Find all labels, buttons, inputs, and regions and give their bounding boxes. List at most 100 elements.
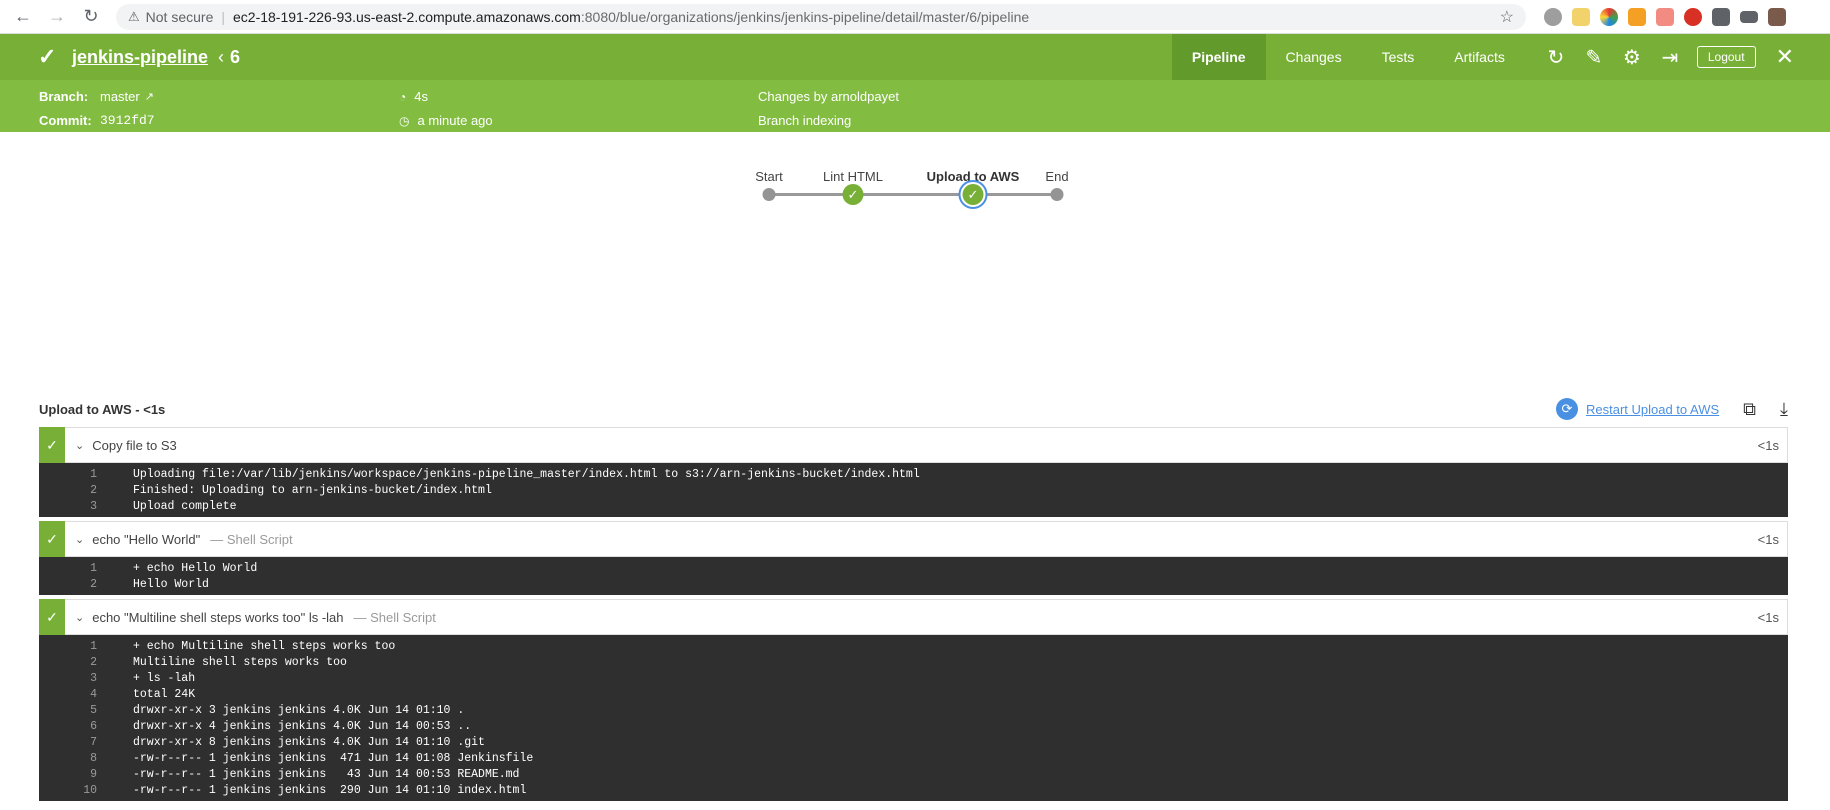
log-line-text: Uploading file:/var/lib/jenkins/workspac… xyxy=(133,467,920,481)
rerun-icon[interactable]: ↻ xyxy=(1537,45,1575,70)
log-line-number[interactable]: 1 xyxy=(39,468,133,481)
pipeline-name-link[interactable]: jenkins-pipeline xyxy=(72,47,208,68)
log-line-text: + echo Hello World xyxy=(133,561,258,575)
log-line-text: drwxr-xr-x 8 jenkins jenkins 4.0K Jun 14… xyxy=(133,735,485,749)
started-row: ◷ a minute ago xyxy=(399,113,493,128)
started-value: a minute ago xyxy=(417,113,493,128)
reload-icon[interactable]: ↻ xyxy=(78,4,104,30)
log-line: 3 + ls -lah xyxy=(39,670,1788,686)
tab-tests[interactable]: Tests xyxy=(1362,34,1435,80)
url-host: ec2-18-191-226-93.us-east-2.compute.amaz… xyxy=(233,8,581,25)
stopwatch-icon: ◔ xyxy=(399,89,407,104)
extension-icon[interactable] xyxy=(1544,7,1562,26)
log-line-number[interactable]: 1 xyxy=(39,562,133,575)
run-cause: Branch indexing xyxy=(758,113,852,128)
reading-list-icon[interactable] xyxy=(1740,10,1758,23)
step-kind: — Shell Script xyxy=(353,609,436,625)
log-line-text: Upload complete xyxy=(133,499,237,513)
log-line: 2 Multiline shell steps works too xyxy=(39,654,1788,670)
gear-icon[interactable]: ⚙ xyxy=(1613,45,1651,70)
header-tabs: Pipeline Changes Tests Artifacts xyxy=(1171,34,1525,80)
address-bar[interactable]: ⚠ Not secure | ec2-18-191-226-93.us-east… xyxy=(116,3,1526,30)
extension-icon[interactable] xyxy=(1628,7,1646,26)
log-line-text: Hello World xyxy=(133,577,209,591)
log-line: 1 + echo Hello World xyxy=(39,560,1788,576)
logout-button[interactable]: Logout xyxy=(1696,46,1756,68)
run-number: 6 xyxy=(230,46,241,67)
edit-pencil-icon[interactable]: ✎ xyxy=(1575,45,1613,70)
log-line-number[interactable]: 9 xyxy=(39,768,133,781)
step-row[interactable]: ✓ ⌄ Copy file to S3 <1s xyxy=(39,427,1788,463)
browser-toolbar: ← → ↻ ⚠ Not secure | ec2-18-191-226-93.u… xyxy=(0,0,1830,34)
step-row[interactable]: ✓ ⌄ echo "Hello World" — Shell Script <1s xyxy=(39,521,1788,557)
chevron-down-icon[interactable]: ⌄ xyxy=(75,439,84,452)
log-line-number[interactable]: 3 xyxy=(39,672,133,685)
back-icon[interactable]: ← xyxy=(10,4,36,30)
restart-icon[interactable]: ⟳ xyxy=(1555,398,1578,420)
log-line-text: Multiline shell steps works too xyxy=(133,655,347,669)
log-line-number[interactable]: 6 xyxy=(39,720,133,733)
restart-stage-label[interactable]: Restart Upload to AWS xyxy=(1586,402,1719,417)
log-line-text: + ls -lah xyxy=(133,671,196,685)
graph-connector xyxy=(769,193,1057,196)
start-node xyxy=(762,188,776,201)
classic-ui-exit-icon[interactable]: ⇥ xyxy=(1651,45,1689,70)
external-link-icon[interactable]: ↗ xyxy=(145,90,154,103)
extension-icon[interactable] xyxy=(1572,7,1590,26)
run-info-bar: Branch: master ↗ Commit: 3912fd7 ◔ 4s ◷ … xyxy=(0,80,1830,132)
forward-icon[interactable]: → xyxy=(44,4,70,30)
tab-artifacts[interactable]: Artifacts xyxy=(1434,34,1525,80)
tab-pipeline[interactable]: Pipeline xyxy=(1171,34,1266,80)
step-log: 1 + echo Hello World 2 Hello World xyxy=(39,557,1788,595)
extension-icon[interactable] xyxy=(1684,7,1702,26)
log-line: 5 drwxr-xr-x 3 jenkins jenkins 4.0K Jun 1… xyxy=(39,702,1788,718)
bookmark-star-icon[interactable]: ☆ xyxy=(1500,7,1514,27)
log-line-number[interactable]: 2 xyxy=(39,656,133,669)
step-row[interactable]: ✓ ⌄ echo "Multiline shell steps works too"… xyxy=(39,599,1788,635)
avatar[interactable] xyxy=(1768,7,1786,26)
stage-detail-title: Upload to AWS - <1s xyxy=(39,401,166,417)
log-line: 9 -rw-r--r-- 1 jenkins jenkins 43 Jun 14 … xyxy=(39,766,1788,782)
log-line-text: drwxr-xr-x 3 jenkins jenkins 4.0K Jun 14… xyxy=(133,703,465,717)
chevron-down-icon[interactable]: ⌄ xyxy=(75,611,84,624)
stage-label-lint-html[interactable]: Lint HTML xyxy=(823,169,883,184)
log-line-text: drwxr-xr-x 4 jenkins jenkins 4.0K Jun 14… xyxy=(133,719,472,733)
stage-steps-header: Upload to AWS - <1s ⟳ Restart Upload to … xyxy=(39,395,1788,423)
step-kind: — Shell Script xyxy=(210,531,293,547)
log-line-number[interactable]: 10 xyxy=(39,784,133,797)
log-line-text: -rw-r--r-- 1 jenkins jenkins 471 Jun 14 … xyxy=(133,751,534,765)
success-check-icon: ✓ xyxy=(39,427,65,463)
log-line-number[interactable]: 2 xyxy=(39,578,133,591)
step-log: 1 Uploading file:/var/lib/jenkins/workspa… xyxy=(39,463,1788,517)
success-check-icon: ✓ xyxy=(39,521,65,557)
log-line-number[interactable]: 4 xyxy=(39,688,133,701)
extension-icon[interactable] xyxy=(1656,7,1674,26)
branch-value[interactable]: master xyxy=(100,89,140,104)
log-line-number[interactable]: 2 xyxy=(39,484,133,497)
log-line-number[interactable]: 5 xyxy=(39,704,133,717)
tab-changes[interactable]: Changes xyxy=(1266,34,1362,80)
upload-to-aws-node[interactable]: ✓ xyxy=(958,180,988,209)
log-line: 3 Upload complete xyxy=(39,498,1788,514)
log-line-number[interactable]: 1 xyxy=(39,640,133,653)
log-line-number[interactable]: 7 xyxy=(39,736,133,749)
log-line-number[interactable]: 8 xyxy=(39,752,133,765)
open-in-new-window-icon[interactable]: ⧉ xyxy=(1743,399,1756,420)
log-line-text: -rw-r--r-- 1 jenkins jenkins 290 Jun 14 … xyxy=(133,783,527,797)
restart-stage-link[interactable]: ⟳ Restart Upload to AWS xyxy=(1555,398,1719,420)
extension-icon[interactable] xyxy=(1600,7,1618,26)
log-line: 4 total 24K xyxy=(39,686,1788,702)
security-label: Not secure xyxy=(145,8,214,25)
log-line-number[interactable]: 3 xyxy=(39,500,133,513)
branch-label: Branch: xyxy=(39,89,89,104)
commit-value: 3912fd7 xyxy=(100,113,155,128)
log-line: 1 Uploading file:/var/lib/jenkins/workspa… xyxy=(39,466,1788,482)
download-icon[interactable]: ⤓ xyxy=(1780,399,1788,420)
commit-row: Commit: 3912fd7 xyxy=(39,113,155,128)
lint-html-node[interactable]: ✓ xyxy=(842,184,864,205)
pipeline-header: ✓ jenkins-pipeline ‹ 6 Pipeline Changes … xyxy=(0,34,1830,80)
chevron-down-icon[interactable]: ⌄ xyxy=(75,533,84,546)
puzzle-icon[interactable] xyxy=(1712,7,1730,26)
close-icon[interactable]: ✕ xyxy=(1776,44,1794,70)
changes-row: Changes by arnoldpayet xyxy=(758,89,899,104)
